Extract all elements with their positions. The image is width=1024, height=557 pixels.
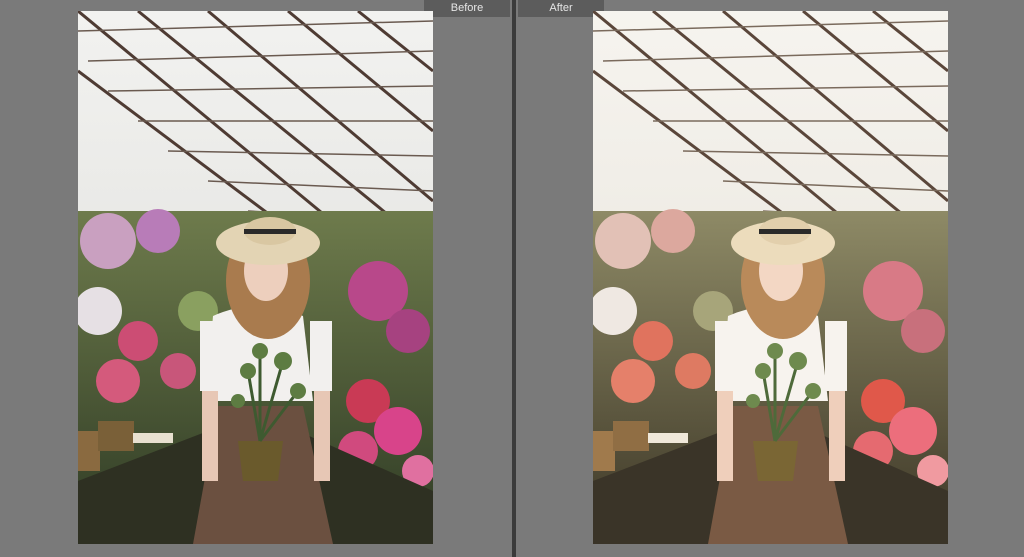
- before-label: Before: [424, 0, 510, 17]
- before-pane: Before: [0, 0, 512, 557]
- after-label: After: [518, 0, 604, 17]
- after-pane: After: [516, 0, 1024, 557]
- before-photo: [78, 11, 433, 544]
- after-photo: [593, 11, 948, 544]
